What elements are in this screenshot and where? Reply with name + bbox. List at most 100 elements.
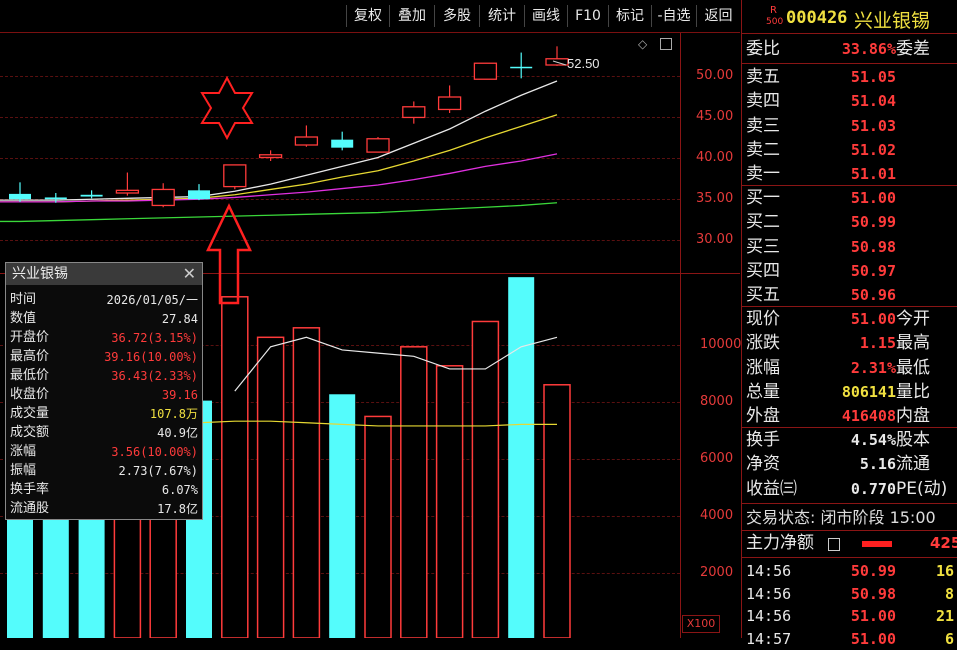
close-icon[interactable]: ✕ [183, 263, 196, 285]
toolbar-button-multi-stock[interactable]: 多股 [434, 5, 479, 27]
candlestick[interactable] [331, 131, 354, 151]
toolbar-button-overlay[interactable]: 叠加 [389, 5, 434, 27]
buy-level-label: 买一 [746, 188, 780, 208]
buy-level-row[interactable]: 买一 51.00 [746, 186, 957, 211]
popup-row-label: 涨幅 [10, 444, 37, 459]
volume-bar[interactable] [221, 296, 249, 638]
toolbar-button-stats[interactable]: 统计 [479, 5, 524, 27]
popup-row-value: 107.8万 [149, 407, 198, 421]
sell-level-row[interactable]: 卖三 51.03 [746, 114, 957, 139]
volume-bar[interactable] [256, 336, 285, 638]
candlestick[interactable] [294, 125, 319, 147]
price-ma-line [0, 153, 558, 203]
candlestick[interactable] [115, 172, 140, 196]
quote-stat-row[interactable]: 总量 806141 量比 [746, 380, 957, 405]
toolbar-button-back[interactable]: 返回 [696, 5, 740, 27]
candlestick[interactable] [510, 52, 533, 79]
quote-stat2-value: 0.770 [850, 479, 896, 498]
trade-time: 14:56 [746, 584, 792, 603]
candlestick[interactable] [188, 184, 210, 201]
toolbar-button-fuquan[interactable]: 复权 [346, 5, 389, 27]
quote-stat-value: 51.00 [850, 310, 896, 328]
weicha-label: 委差 [896, 39, 930, 59]
candle-body [510, 66, 533, 69]
quote-stat-label: 涨跌 [746, 333, 780, 354]
candlestick[interactable] [151, 183, 175, 208]
buy-level-row[interactable]: 买四 50.97 [746, 259, 957, 284]
badge-500: 500 [766, 17, 784, 27]
popup-titlebar[interactable]: 兴业银锡 ✕ [6, 263, 202, 285]
candle-body [80, 194, 103, 197]
list-icon[interactable] [828, 538, 840, 551]
sell-level-value: 51.02 [850, 140, 896, 159]
kline-info-popup[interactable]: 兴业银锡 ✕ 时间 2026/01/05/一 数值 27.84 开盘价 36.72(3.1… [5, 262, 203, 520]
quote-stat2-row[interactable]: 净资 5.16 流通 [746, 452, 957, 477]
toolbar-button-f10[interactable]: F10 [567, 5, 608, 27]
candlestick[interactable] [366, 137, 390, 153]
popup-row-label: 最高价 [10, 349, 50, 364]
trade-price: 51.00 [850, 607, 896, 625]
candle-body [366, 138, 390, 153]
weibi-value: 33.86% [841, 40, 896, 58]
popup-row-label: 流通股 [10, 501, 50, 516]
volume-bar[interactable] [543, 384, 571, 638]
sell-level-row[interactable]: 卖一 51.01 [746, 162, 957, 187]
popup-row-value: 2026/01/05/一 [106, 293, 198, 307]
trade-price: 50.99 [850, 562, 896, 580]
trade-volume: 8 [944, 584, 954, 603]
toolbar-button-draw-line[interactable]: 画线 [524, 5, 567, 27]
buy-level-row[interactable]: 买三 50.98 [746, 235, 957, 260]
quote-stat-label2: 最低 [896, 357, 930, 378]
quote-stat-row[interactable]: 涨跌 1.15 最高 [746, 331, 957, 356]
quote-stat-row[interactable]: 涨幅 2.31% 最低 [746, 356, 957, 381]
volume-bar[interactable] [292, 327, 321, 638]
candle-body [331, 139, 354, 148]
quote-stat-value: 1.15 [859, 334, 896, 353]
candlestick[interactable] [9, 182, 31, 202]
sell-level-row[interactable]: 卖五 51.05 [746, 65, 957, 90]
popup-row-label: 数值 [10, 311, 37, 326]
quote-stat-label: 外盘 [746, 406, 780, 427]
quote-stat-label2: 内盘 [896, 406, 930, 427]
buy-level-row[interactable]: 买二 50.99 [746, 210, 957, 235]
volume-bar[interactable] [435, 365, 464, 638]
candle-body [402, 106, 426, 119]
sell-level-label: 卖一 [746, 164, 780, 185]
sell-level-value: 51.04 [850, 92, 896, 111]
tick-trade-row: 14:56 50.99 16 [746, 560, 957, 582]
quote-stat-row[interactable]: 外盘 416408 内盘 [746, 404, 957, 429]
toolbar-button-watchlist[interactable]: -自选 [651, 5, 696, 27]
volume-bar[interactable] [400, 346, 428, 638]
buy-level-value: 51.00 [850, 189, 896, 207]
tick-trade-row: 14:57 51.00 6 [746, 628, 957, 650]
volume-bar[interactable] [508, 277, 535, 638]
candlestick[interactable] [473, 62, 498, 80]
volume-bar[interactable] [364, 415, 392, 638]
candlestick[interactable] [223, 164, 247, 190]
buy-level-value: 50.96 [850, 286, 896, 305]
quote-stat-row[interactable]: 现价 51.00 今开 [746, 307, 957, 332]
separator [742, 503, 957, 504]
toolbar-button-mark[interactable]: 标记 [608, 5, 651, 27]
buy-level-row[interactable]: 买五 50.96 [746, 283, 957, 308]
quote-stat2-row[interactable]: 收益㈢ 0.770 PE(动) [746, 477, 957, 502]
quote-stat2-label: 收益㈢ [746, 478, 797, 499]
sell-level-row[interactable]: 卖四 51.04 [746, 89, 957, 114]
volume-bar[interactable] [329, 394, 356, 638]
sell-level-row[interactable]: 卖二 51.02 [746, 138, 957, 163]
trade-volume: 16 [935, 562, 954, 580]
separator [742, 63, 957, 64]
candlestick[interactable] [545, 46, 569, 66]
candlestick[interactable] [80, 190, 103, 199]
candlestick[interactable] [402, 101, 426, 124]
candle-body [437, 96, 462, 111]
candlestick[interactable] [258, 150, 283, 161]
quote-stat2-row[interactable]: 换手 4.54% 股本 [746, 428, 957, 453]
weibi-row: 委比 33.86% 委差 [746, 37, 957, 62]
main-net-row[interactable]: 主力净额 425 [746, 531, 957, 556]
popup-row-value: 6.07% [161, 483, 198, 497]
popup-row-value: 39.16(10.00%) [104, 350, 198, 364]
candlestick[interactable] [437, 85, 462, 113]
popup-row: 数值 27.84 [10, 310, 198, 328]
popup-row-value: 36.43(2.33%) [111, 369, 198, 383]
